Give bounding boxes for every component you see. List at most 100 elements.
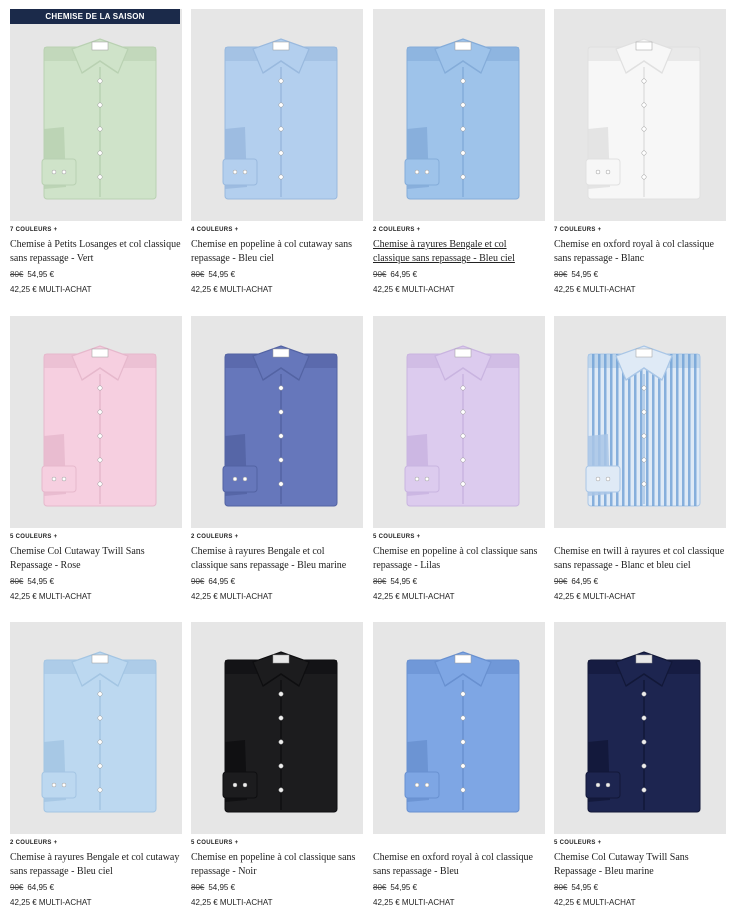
product-card[interactable]: Chemise en oxford royal à col classique … (373, 622, 545, 910)
shirt-image (222, 345, 338, 507)
colors-link[interactable]: 7 COULEURS + (554, 225, 726, 235)
multi-buy-price: 42,25 € MULTI-ACHAT (373, 285, 455, 294)
product-title[interactable]: Chemise à rayures Bengale et col classiq… (191, 545, 363, 573)
price-row: 80€ 54,95 € (554, 268, 726, 282)
sale-price: 54,95 € (571, 270, 599, 279)
product-title[interactable]: Chemise Col Cutaway Twill Sans Repassage… (554, 851, 726, 879)
colors-link[interactable]: 2 COULEURS + (373, 225, 545, 235)
product-image[interactable]: CHEMISE DE LA SAISON (10, 9, 182, 221)
colors-link[interactable]: 7 COULEURS + (10, 225, 182, 235)
old-price: 90€ (191, 577, 205, 586)
price-row: 90€ 64,95 € (554, 575, 726, 589)
price-row: 80€ 54,95 € (10, 268, 182, 282)
price-row: 80€ 54,95 € (10, 575, 182, 589)
price-row: 80€ 54,95 € (373, 575, 545, 589)
old-price: 90€ (10, 883, 24, 892)
product-title[interactable]: Chemise à rayures Bengale et col cutaway… (10, 851, 182, 879)
shirt-image (222, 651, 338, 813)
old-price: 80€ (10, 270, 24, 279)
old-price: 80€ (191, 883, 205, 892)
sale-price: 54,95 € (390, 577, 418, 586)
shirt-image (41, 38, 157, 200)
multi-buy-price: 42,25 € MULTI-ACHAT (191, 898, 273, 907)
sale-price: 54,95 € (571, 883, 599, 892)
multi-buy-price: 42,25 € MULTI-ACHAT (191, 285, 273, 294)
shirt-image (41, 345, 157, 507)
product-title[interactable]: Chemise Col Cutaway Twill Sans Repassage… (10, 545, 182, 573)
product-title[interactable]: Chemise en popeline à col classique sans… (191, 851, 363, 879)
season-badge: CHEMISE DE LA SAISON (10, 9, 180, 24)
multi-buy-price: 42,25 € MULTI-ACHAT (10, 285, 92, 294)
product-card[interactable]: 4 COULEURS + Chemise en popeline à col c… (191, 9, 363, 297)
colors-link[interactable]: 5 COULEURS + (10, 532, 182, 542)
old-price: 80€ (191, 270, 205, 279)
multi-buy-price: 42,25 € MULTI-ACHAT (373, 592, 455, 601)
shirt-image (404, 38, 520, 200)
colors-link[interactable] (554, 532, 726, 542)
colors-link[interactable]: 2 COULEURS + (191, 532, 363, 542)
product-title[interactable]: Chemise à Petits Losanges et col classiq… (10, 238, 182, 266)
sale-price: 64,95 € (27, 883, 55, 892)
product-title[interactable]: Chemise en popeline à col classique sans… (373, 545, 545, 573)
product-card[interactable]: 5 COULEURS + Chemise Col Cutaway Twill S… (10, 316, 182, 604)
product-image[interactable] (373, 316, 545, 528)
product-card[interactable]: 7 COULEURS + Chemise en oxford royal à c… (554, 9, 726, 297)
product-card[interactable]: Chemise en twill à rayures et col classi… (554, 316, 726, 604)
old-price: 80€ (554, 883, 568, 892)
colors-link[interactable]: 4 COULEURS + (191, 225, 363, 235)
product-title[interactable]: Chemise en oxford royal à col classique … (554, 238, 726, 266)
colors-link[interactable]: 5 COULEURS + (191, 838, 363, 848)
product-image[interactable] (554, 622, 726, 834)
product-image[interactable] (373, 622, 545, 834)
product-card[interactable]: 2 COULEURS + Chemise à rayures Bengale e… (191, 316, 363, 604)
product-image[interactable] (10, 316, 182, 528)
product-card[interactable]: CHEMISE DE LA SAISON 7 COULEURS + Chemis… (10, 9, 182, 297)
old-price: 90€ (373, 270, 387, 279)
sale-price: 64,95 € (571, 577, 599, 586)
multi-buy-price: 42,25 € MULTI-ACHAT (554, 592, 636, 601)
colors-link[interactable]: 2 COULEURS + (10, 838, 182, 848)
shirt-image (222, 38, 338, 200)
price-row: 90€ 64,95 € (373, 268, 545, 282)
sale-price: 54,95 € (208, 883, 236, 892)
sale-price: 54,95 € (27, 577, 55, 586)
shirt-image (404, 345, 520, 507)
price-row: 80€ 54,95 € (554, 881, 726, 895)
product-image[interactable] (191, 9, 363, 221)
product-grid: CHEMISE DE LA SAISON 7 COULEURS + Chemis… (0, 0, 736, 907)
sale-price: 54,95 € (390, 883, 418, 892)
multi-buy-price: 42,25 € MULTI-ACHAT (10, 898, 92, 907)
colors-link[interactable]: 5 COULEURS + (373, 532, 545, 542)
product-image[interactable] (191, 622, 363, 834)
product-image[interactable] (554, 9, 726, 221)
old-price: 80€ (10, 577, 24, 586)
product-title[interactable]: Chemise à rayures Bengale et col classiq… (373, 238, 545, 266)
colors-link[interactable]: 5 COULEURS + (554, 838, 726, 848)
product-card[interactable]: 5 COULEURS + Chemise Col Cutaway Twill S… (554, 622, 726, 910)
old-price: 80€ (554, 270, 568, 279)
product-card[interactable]: 5 COULEURS + Chemise en popeline à col c… (373, 316, 545, 604)
product-card[interactable]: 2 COULEURS + Chemise à rayures Bengale e… (10, 622, 182, 910)
shirt-image (41, 651, 157, 813)
product-image[interactable] (10, 622, 182, 834)
product-title[interactable]: Chemise en popeline à col cutaway sans r… (191, 238, 363, 266)
price-row: 90€ 64,95 € (191, 575, 363, 589)
colors-link[interactable] (373, 838, 545, 848)
sale-price: 64,95 € (208, 577, 236, 586)
multi-buy-price: 42,25 € MULTI-ACHAT (554, 898, 636, 907)
product-image[interactable] (554, 316, 726, 528)
shirt-image (585, 345, 701, 507)
price-row: 80€ 54,95 € (373, 881, 545, 895)
old-price: 90€ (554, 577, 568, 586)
shirt-image (585, 651, 701, 813)
product-card[interactable]: 5 COULEURS + Chemise en popeline à col c… (191, 622, 363, 910)
sale-price: 64,95 € (390, 270, 418, 279)
product-title[interactable]: Chemise en oxford royal à col classique … (373, 851, 545, 879)
product-image[interactable] (373, 9, 545, 221)
product-image[interactable] (191, 316, 363, 528)
product-card[interactable]: 2 COULEURS + Chemise à rayures Bengale e… (373, 9, 545, 297)
product-title[interactable]: Chemise en twill à rayures et col classi… (554, 545, 726, 573)
shirt-image (585, 38, 701, 200)
multi-buy-price: 42,25 € MULTI-ACHAT (191, 592, 273, 601)
sale-price: 54,95 € (208, 270, 236, 279)
